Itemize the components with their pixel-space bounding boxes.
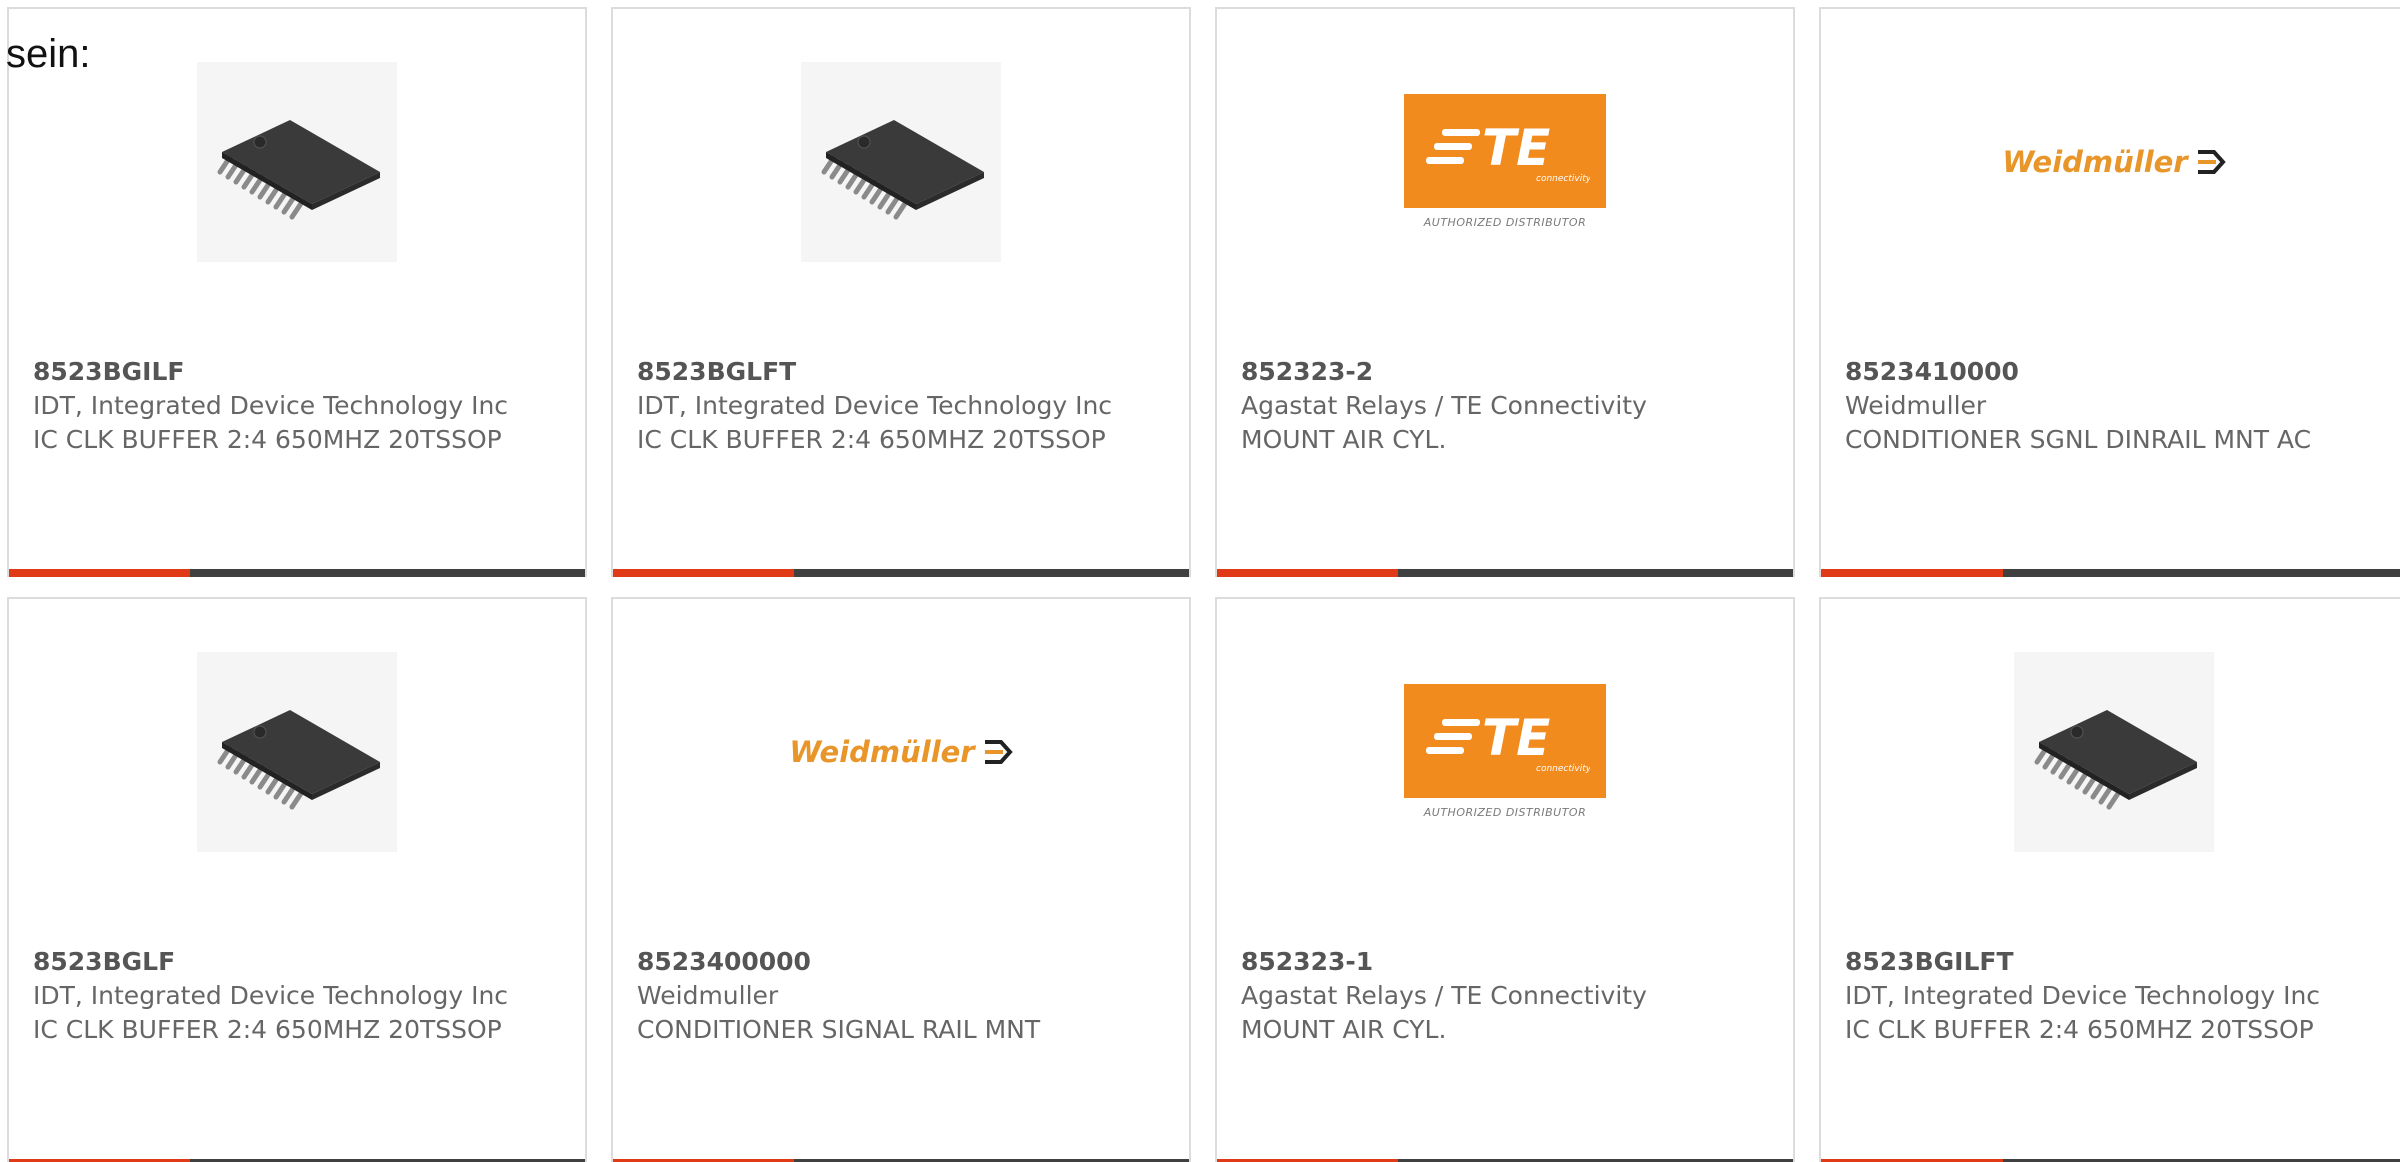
- svg-text:TE: TE: [1482, 119, 1550, 177]
- description: MOUNT AIR CYL.: [1241, 425, 1447, 454]
- te-logo-mark: TE connectivity: [1426, 119, 1590, 184]
- product-image[interactable]: [1821, 649, 2400, 854]
- svg-text:TE: TE: [1482, 709, 1550, 767]
- ic-chip-icon: [821, 119, 984, 219]
- manufacturer: Weidmuller: [1845, 391, 1987, 420]
- product-image[interactable]: Weidmüller: [613, 649, 1189, 854]
- svg-text:connectivity: connectivity: [1536, 764, 1590, 774]
- description: IC CLK BUFFER 2:4 650MHZ 20TSSOP: [33, 425, 502, 454]
- part-number[interactable]: 852323-1: [1241, 945, 1773, 979]
- manufacturer: IDT, Integrated Device Technology Inc: [33, 391, 509, 420]
- product-card[interactable]: Weidmüller 8523410000 Weidmuller CONDITI…: [1819, 7, 2400, 577]
- card-bottom-bar: [1217, 569, 1793, 577]
- manufacturer: Agastat Relays / TE Connectivity: [1241, 391, 1647, 420]
- product-info: 8523BGLFT IDT, Integrated Device Technol…: [637, 355, 1169, 457]
- card-bottom-bar: [613, 569, 1189, 577]
- weidmuller-logo: Weidmüller: [2002, 144, 2226, 179]
- product-image[interactable]: Weidmüller: [1821, 59, 2400, 264]
- card-accent-bar: [1821, 569, 2003, 577]
- te-connectivity-logo: TE connectivity AUTHORIZED DISTRIBUTOR: [1404, 94, 1606, 229]
- product-image[interactable]: [613, 59, 1189, 264]
- manufacturer: IDT, Integrated Device Technology Inc: [33, 981, 509, 1010]
- te-connectivity-logo: TE connectivity AUTHORIZED DISTRIBUTOR: [1404, 684, 1606, 819]
- product-card[interactable]: 8523BGLFT IDT, Integrated Device Technol…: [611, 7, 1191, 577]
- product-image[interactable]: [9, 59, 585, 264]
- manufacturer: IDT, Integrated Device Technology Inc: [637, 391, 1113, 420]
- part-number[interactable]: 8523BGLF: [33, 945, 565, 979]
- product-info: 8523BGLF IDT, Integrated Device Technolo…: [33, 945, 565, 1047]
- product-info: 852323-1 Agastat Relays / TE Connectivit…: [1241, 945, 1773, 1047]
- part-number[interactable]: 8523BGILF: [33, 355, 565, 389]
- description: CONDITIONER SGNL DINRAIL MNT AC: [1845, 425, 2312, 454]
- product-info: 8523BGILF IDT, Integrated Device Technol…: [33, 355, 565, 457]
- product-card[interactable]: 8523BGLF IDT, Integrated Device Technolo…: [7, 597, 587, 1162]
- description: IC CLK BUFFER 2:4 650MHZ 20TSSOP: [33, 1015, 502, 1044]
- product-image[interactable]: TE connectivity AUTHORIZED DISTRIBUTOR: [1217, 59, 1793, 264]
- weidmuller-logo: Weidmüller: [789, 734, 1013, 769]
- product-card[interactable]: TE connectivity AUTHORIZED DISTRIBUTOR 8…: [1215, 7, 1795, 577]
- product-info: 852323-2 Agastat Relays / TE Connectivit…: [1241, 355, 1773, 457]
- description: IC CLK BUFFER 2:4 650MHZ 20TSSOP: [1845, 1015, 2314, 1044]
- product-image[interactable]: TE connectivity AUTHORIZED DISTRIBUTOR: [1217, 649, 1793, 854]
- card-accent-bar: [1217, 569, 1399, 577]
- product-grid-page: sein: 8523BGILF IDT, Integrated Device T…: [0, 0, 2400, 1162]
- product-card[interactable]: 8523BGILF IDT, Integrated Device Technol…: [7, 7, 587, 577]
- intro-text: sein:: [6, 32, 91, 76]
- description: MOUNT AIR CYL.: [1241, 1015, 1447, 1044]
- logo-text: Weidmüller: [2002, 144, 2188, 179]
- manufacturer: Weidmuller: [637, 981, 779, 1010]
- weidmuller-mark-icon: [2197, 149, 2226, 174]
- logo-text: Weidmüller: [789, 734, 975, 769]
- card-accent-bar: [613, 569, 795, 577]
- part-number[interactable]: 8523400000: [637, 945, 1169, 979]
- manufacturer: Agastat Relays / TE Connectivity: [1241, 981, 1647, 1010]
- part-number[interactable]: 8523BGILFT: [1845, 945, 2387, 979]
- part-number[interactable]: 8523BGLFT: [637, 355, 1169, 389]
- logo-caption: AUTHORIZED DISTRIBUTOR: [1423, 806, 1587, 819]
- manufacturer: IDT, Integrated Device Technology Inc: [1845, 981, 2321, 1010]
- description: CONDITIONER SIGNAL RAIL MNT: [637, 1015, 1041, 1044]
- product-card[interactable]: TE connectivity AUTHORIZED DISTRIBUTOR 8…: [1215, 597, 1795, 1162]
- product-info: 8523410000 Weidmuller CONDITIONER SGNL D…: [1845, 355, 2387, 457]
- product-image[interactable]: [9, 649, 585, 854]
- part-number[interactable]: 852323-2: [1241, 355, 1773, 389]
- card-bottom-bar: [9, 569, 585, 577]
- ic-chip-icon: [217, 709, 380, 809]
- card-accent-bar: [9, 569, 191, 577]
- te-logo-mark: TE connectivity: [1426, 709, 1590, 774]
- product-info: 8523400000 Weidmuller CONDITIONER SIGNAL…: [637, 945, 1169, 1047]
- logo-caption: AUTHORIZED DISTRIBUTOR: [1423, 216, 1587, 229]
- description: IC CLK BUFFER 2:4 650MHZ 20TSSOP: [637, 425, 1106, 454]
- part-number[interactable]: 8523410000: [1845, 355, 2387, 389]
- product-card[interactable]: Weidmüller 8523400000 Weidmuller CONDITI…: [611, 597, 1191, 1162]
- ic-chip-icon: [217, 119, 380, 219]
- product-card[interactable]: 8523BGILFT IDT, Integrated Device Techno…: [1819, 597, 2400, 1162]
- svg-text:connectivity: connectivity: [1536, 174, 1590, 184]
- product-info: 8523BGILFT IDT, Integrated Device Techno…: [1845, 945, 2387, 1047]
- weidmuller-mark-icon: [984, 739, 1013, 764]
- card-bottom-bar: [1821, 569, 2400, 577]
- ic-chip-icon: [2034, 709, 2197, 809]
